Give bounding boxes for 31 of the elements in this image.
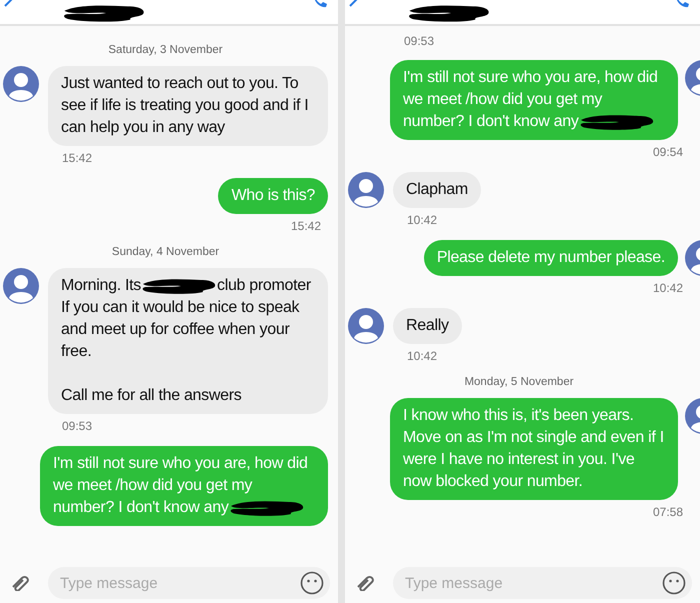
message-text: number? I don't know any [53,499,229,516]
message-time: 10:42 [407,349,438,363]
message-text: Really [406,317,449,334]
message-time: 07:58 [652,505,683,519]
message-time: 09:54 [652,145,683,159]
message-time: 09:53 [404,34,436,48]
message-text: Morning. Its [61,277,141,294]
message-text: club promoter [217,277,311,294]
back-icon[interactable] [2,0,14,8]
back-icon[interactable] [347,0,359,8]
message-time: 10:42 [407,213,438,227]
message-text: Please delete my number please. [436,249,665,266]
message-text: number? I don't know any [403,113,579,130]
attach-icon[interactable] [355,575,377,591]
emoji-icon[interactable] [300,571,324,595]
message-text: Clapham [406,181,468,198]
date-separator: Monday, 5 November [463,376,575,388]
message-field[interactable]: Type message [393,567,692,599]
emoji-icon[interactable] [662,571,686,595]
date-separator: Saturday, 3 November [107,44,224,56]
message-time: 10:42 [652,281,683,295]
message-text: If you can it would be nice to speak and meet up for coffee when your free. Call me for all the answers [61,298,300,406]
message-text: I know who this is, it's been years. Move on as I'm not single and even if I were I have no interest in you. I've now blocked your number. [403,407,664,490]
message-time: 15:42 [290,219,321,233]
message-time: 15:42 [62,151,94,165]
message-field[interactable]: Type message [48,567,330,599]
date-separator: Sunday, 4 November [110,246,220,258]
message-text: Who is this? [231,187,315,204]
message-time: 09:53 [62,419,94,433]
attach-icon[interactable] [10,575,32,591]
message-text: Just wanted to reach out to you. To see if life is treating you good and if I can help you in any way [61,75,308,136]
